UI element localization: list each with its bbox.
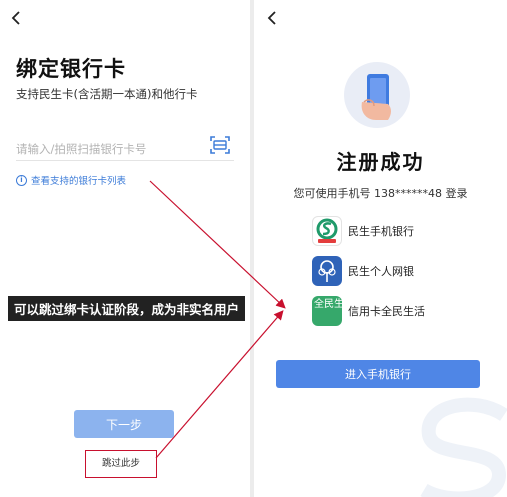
chevron-left-icon <box>11 11 20 25</box>
next-step-button[interactable]: 下一步 <box>74 410 174 438</box>
phone-success-icon <box>344 62 410 128</box>
supported-cards-link[interactable]: i 查看支持的银行卡列表 <box>16 173 126 187</box>
app-item-credit-card-life[interactable]: 全民生活 信用卡全民生活 <box>312 296 425 326</box>
minsheng-watermark-logo <box>420 397 507 497</box>
back-button[interactable] <box>266 10 278 26</box>
success-title: 注册成功 <box>336 150 425 174</box>
card-number-input[interactable] <box>16 142 196 156</box>
app-item-personal-ebank[interactable]: 民生个人网银 <box>312 256 414 286</box>
registration-success-screen: 注册成功 您可使用手机号 138******48 登录 民生手机银行 民生个人网… <box>254 0 507 497</box>
scan-card-icon[interactable] <box>210 136 230 154</box>
page-title: 绑定银行卡 <box>16 57 126 81</box>
app-label: 民生手机银行 <box>348 225 414 238</box>
skip-step-link[interactable]: 跳过此步 <box>85 450 157 478</box>
phone-hand-icon <box>361 74 391 120</box>
card-number-field[interactable] <box>16 136 234 161</box>
credit-card-quanmin-life-icon: 全民生活 <box>312 296 342 326</box>
back-button[interactable] <box>10 10 22 26</box>
app-item-mobile-bank[interactable]: 民生手机银行 <box>312 216 414 246</box>
bind-card-screen: 绑定银行卡 支持民生卡(含活期一本通)和他行卡 i 查看支持的银行卡列表 下一步… <box>0 0 250 497</box>
minsheng-mobile-bank-icon <box>312 216 342 246</box>
app-label: 民生个人网银 <box>348 265 414 278</box>
chevron-left-icon <box>267 11 276 25</box>
annotation-callout: 可以跳过绑卡认证阶段，成为非实名用户 <box>8 296 246 321</box>
enter-mobile-bank-button[interactable]: 进入手机银行 <box>276 360 480 388</box>
supported-cards-label: 查看支持的银行卡列表 <box>31 176 127 187</box>
app-label: 信用卡全民生活 <box>348 305 425 318</box>
minsheng-personal-ebank-icon <box>312 256 342 286</box>
app-icon-text: 全民生活 <box>314 299 342 310</box>
login-hint: 您可使用手机号 138******48 登录 <box>293 187 468 200</box>
page-subtitle: 支持民生卡(含活期一本通)和他行卡 <box>16 87 198 101</box>
info-icon: i <box>16 174 27 186</box>
